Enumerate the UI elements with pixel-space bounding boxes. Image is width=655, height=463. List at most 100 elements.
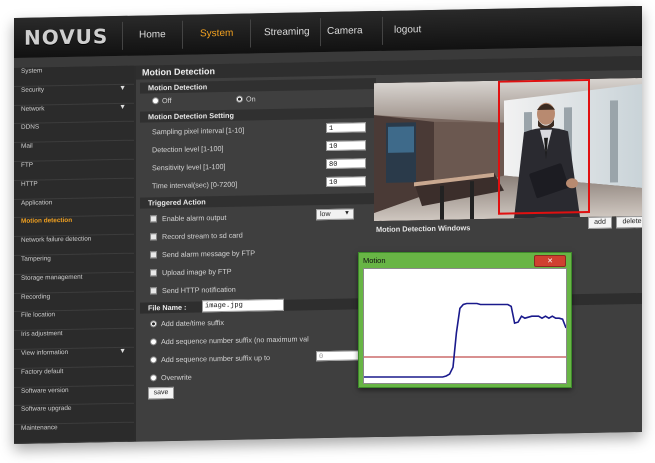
file-name-input[interactable]: image.jpg — [202, 298, 284, 313]
chevron-down-icon: ▼ — [119, 84, 126, 92]
sidebar-item[interactable]: Motion detection — [14, 216, 134, 238]
sidebar-item-label: Network — [21, 105, 45, 113]
motion-detection-header: Motion Detection — [140, 78, 376, 94]
motion-window-title: Motion — [363, 256, 386, 265]
camera-preview[interactable] — [374, 77, 642, 222]
send-http-checkbox[interactable] — [150, 287, 157, 295]
chevron-down-icon: ▼ — [344, 210, 350, 217]
sidebar-item-label: Maintenance — [21, 424, 58, 433]
sidebar-item[interactable]: Recording — [14, 291, 134, 313]
sidebar-item[interactable]: View information ▼ — [14, 347, 134, 369]
sidebar-item[interactable]: Iris adjustment — [14, 328, 134, 350]
sidebar-item-label: Factory default — [21, 367, 64, 376]
sidebar-item[interactable]: Software upgrade — [14, 404, 134, 426]
sidebar-item-label: Software upgrade — [21, 405, 72, 414]
close-icon[interactable]: ✕ — [534, 255, 566, 267]
sidebar-item[interactable]: Application — [14, 197, 134, 219]
sidebar-item-label: Application — [21, 198, 53, 207]
nav-separator — [122, 21, 123, 50]
md-off-radio[interactable] — [152, 97, 159, 105]
md-off-label: Off — [162, 95, 172, 106]
nav-separator — [382, 16, 383, 45]
sidebar-item[interactable]: Storage management — [14, 272, 134, 294]
send-alarm-ftp-checkbox[interactable] — [150, 251, 157, 259]
sidebar-item[interactable]: Network ▼ — [14, 103, 134, 125]
enable-alarm-output-label: Enable alarm output — [162, 212, 227, 224]
suffix-seq-upto-label: Add sequence number suffix up to — [161, 353, 270, 365]
upload-image-ftp-label: Upload image by FTP — [162, 266, 232, 278]
chevron-down-icon: ▼ — [119, 103, 126, 111]
sidebar-item[interactable]: System — [14, 65, 134, 87]
sidebar-item[interactable]: HTTP — [14, 178, 134, 200]
sidebar-item-label: File location — [21, 311, 56, 320]
md-on-radio[interactable] — [236, 95, 243, 103]
alarm-level-value: low — [320, 210, 331, 219]
sidebar-item-label: System — [21, 67, 43, 75]
sidebar-item[interactable]: Security ▼ — [14, 84, 134, 106]
nav-system[interactable]: System — [200, 28, 233, 40]
record-sd-checkbox[interactable] — [150, 233, 157, 241]
motion-graph-area — [363, 268, 567, 384]
sensitivity-level-input[interactable]: 80 — [326, 158, 366, 170]
sidebar-item-label: Iris adjustment — [21, 330, 63, 339]
send-http-label: Send HTTP notification — [162, 284, 236, 296]
sidebar-item[interactable]: File location — [14, 310, 134, 332]
time-interval-input[interactable]: 10 — [326, 176, 366, 188]
sidebar-item-label: Tampering — [21, 255, 51, 263]
delete-window-button[interactable]: delete — [616, 215, 642, 229]
sidebar-item[interactable]: Tampering — [14, 253, 134, 275]
time-interval-label: Time interval(sec) [0-7200] — [152, 179, 238, 191]
file-name-label: File Name : — [148, 302, 187, 313]
alarm-level-select[interactable]: low ▼ — [316, 208, 354, 221]
detection-level-input[interactable]: 10 — [326, 140, 366, 152]
sidebar-item-label: Software version — [21, 386, 69, 395]
sampling-interval-label: Sampling pixel interval [1-10] — [152, 125, 245, 137]
chevron-down-icon: ▼ — [119, 347, 126, 355]
sampling-interval-input[interactable]: 1 — [326, 122, 366, 134]
suffix-datetime-label: Add date/time suffix — [161, 317, 224, 329]
sidebar: System Security ▼ Network ▼ DDNS Mail FTP HTTP Ap… — [14, 65, 134, 444]
sidebar-item[interactable]: Maintenance — [14, 422, 134, 444]
sidebar-item-label: Network failure detection — [21, 235, 92, 245]
sidebar-item-label: DDNS — [21, 123, 40, 132]
nav-camera[interactable]: Camera — [327, 25, 363, 37]
nav-separator — [320, 18, 321, 47]
sidebar-item-label: Recording — [21, 292, 51, 301]
sidebar-item[interactable]: Mail — [14, 140, 134, 162]
sidebar-item-label: View information — [21, 348, 69, 357]
sidebar-item[interactable]: FTP — [14, 159, 134, 181]
save-button[interactable]: save — [148, 386, 174, 400]
sidebar-item[interactable]: Network failure detection — [14, 234, 134, 256]
md-settings-header: Motion Detection Setting — [140, 107, 376, 123]
suffix-seq-nomax-radio[interactable] — [150, 338, 157, 346]
sidebar-item-label: Mail — [21, 142, 33, 151]
suffix-seq-nomax-label: Add sequence number suffix (no maximum v… — [161, 334, 309, 347]
enable-alarm-output-checkbox[interactable] — [150, 215, 157, 223]
nav-streaming[interactable]: Streaming — [264, 26, 310, 38]
nav-logout[interactable]: logout — [394, 24, 421, 36]
nav-separator — [182, 20, 183, 49]
sidebar-item-label: Storage management — [21, 273, 83, 282]
record-sd-label: Record stream to sd card — [162, 230, 243, 242]
upload-image-ftp-checkbox[interactable] — [150, 269, 157, 277]
novus-logo: NOVUS — [24, 24, 109, 50]
sensitivity-level-label: Sensitivity level [1-100] — [152, 161, 226, 173]
sidebar-item[interactable]: Factory default — [14, 366, 134, 388]
detection-level-label: Detection level [1-100] — [152, 143, 224, 155]
nav-separator — [250, 19, 251, 48]
suffix-datetime-radio[interactable] — [150, 320, 157, 328]
sidebar-item-label: FTP — [21, 161, 34, 169]
sidebar-item[interactable]: DDNS — [14, 122, 134, 144]
detection-windows-label: Motion Detection Windows — [376, 223, 471, 235]
detection-window-box[interactable] — [498, 78, 590, 215]
nav-home[interactable]: Home — [139, 29, 166, 41]
motion-trace-line — [364, 302, 567, 378]
send-alarm-ftp-label: Send alarm message by FTP — [162, 248, 256, 260]
motion-graph-window[interactable]: Motion ✕ — [358, 252, 572, 388]
overwrite-radio[interactable] — [150, 374, 157, 382]
sidebar-item[interactable]: Software version — [14, 385, 134, 407]
motion-graph-svg — [364, 302, 567, 378]
triggered-action-header: Triggered Action — [140, 193, 376, 209]
suffix-seq-upto-radio[interactable] — [150, 356, 157, 364]
add-window-button[interactable]: add — [588, 216, 612, 229]
